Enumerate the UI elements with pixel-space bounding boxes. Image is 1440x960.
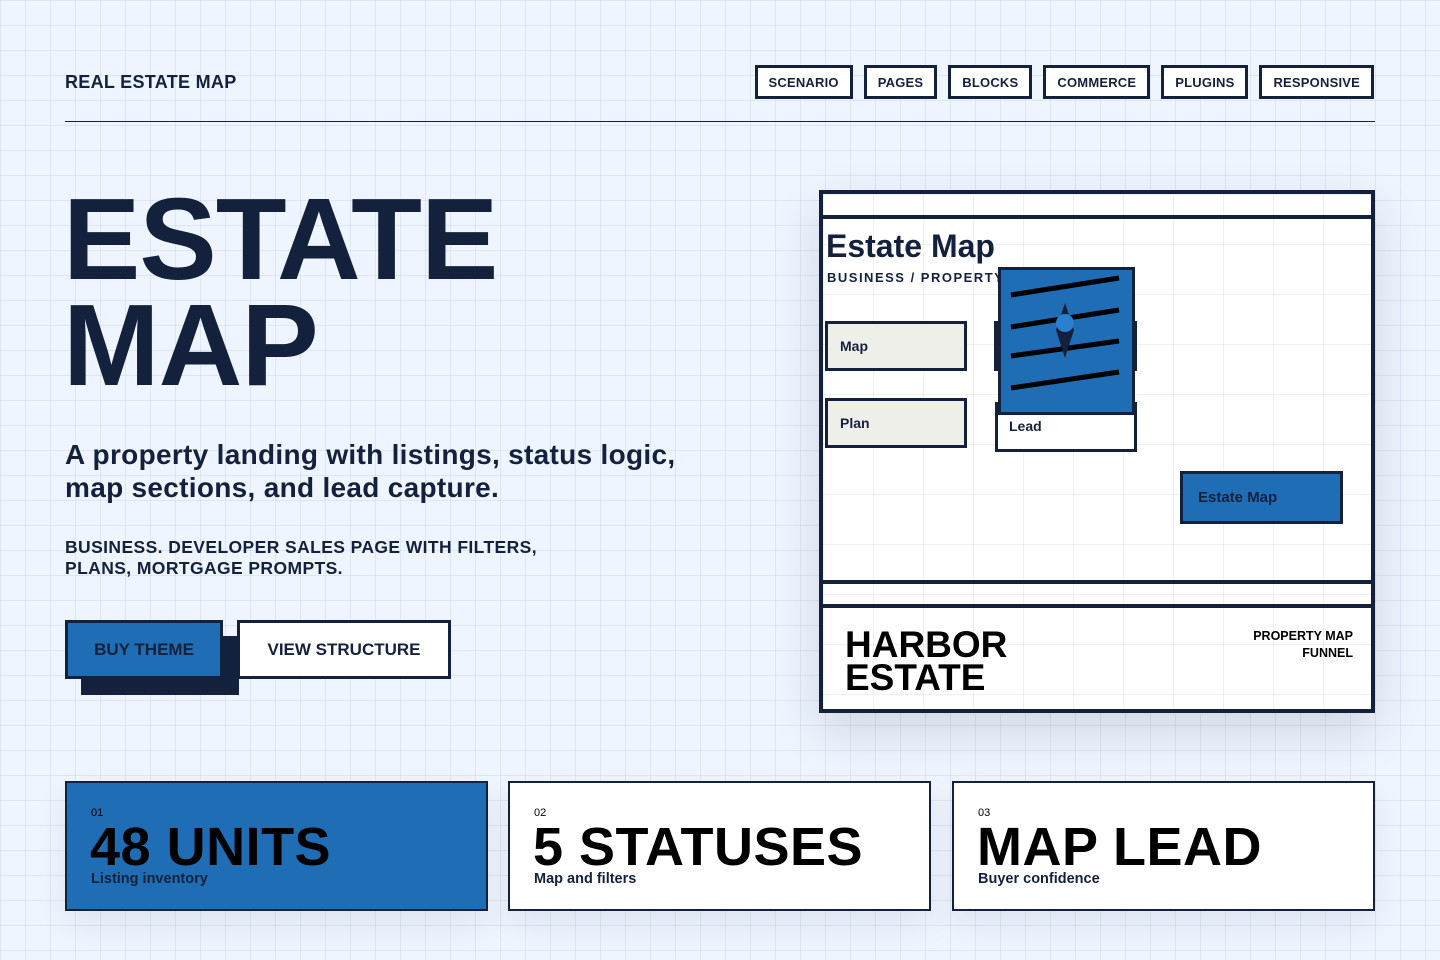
hero-title-line-2: MAP	[63, 280, 319, 410]
top-navigation: SCENARIO PAGES BLOCKS COMMERCE PLUGINS R…	[754, 65, 1374, 99]
nav-responsive-button[interactable]: RESPONSIVE	[1259, 65, 1374, 99]
image-stripe-1	[1010, 275, 1120, 298]
view-structure-button[interactable]: VIEW STRUCTURE	[237, 620, 451, 679]
preview-subtitle: BUSINESS / PROPERTY	[827, 270, 1005, 285]
preview-lower-divider-1	[823, 580, 1371, 584]
hero-tagline: BUSINESS. DEVELOPER SALES PAGE WITH FILT…	[65, 537, 538, 578]
preview-estate-map-button[interactable]: Estate Map	[1180, 471, 1343, 524]
header-divider	[65, 121, 1375, 122]
preview-lead-label: Lead	[1009, 418, 1042, 434]
nav-pages-button[interactable]: PAGES	[863, 65, 938, 99]
preview-footer-meta-line-1: PROPERTY MAP	[1253, 629, 1353, 643]
preview-footer-title-line-2: ESTATE	[845, 657, 986, 698]
stat-card-map-lead: 03 MAP LEAD Buyer confidence	[952, 781, 1375, 911]
nav-scenario-button[interactable]: SCENARIO	[754, 65, 853, 99]
preview-footer-meta: PROPERTY MAP FUNNEL	[1193, 628, 1353, 662]
nav-blocks-button[interactable]: BLOCKS	[948, 65, 1033, 99]
buy-theme-button-group: BUY THEME	[65, 620, 239, 695]
hero-title-line-1: ESTATE	[63, 174, 498, 304]
image-map-pin-dot	[1056, 314, 1074, 332]
stat-value: 5 STATUSES	[533, 817, 864, 877]
hero-title: ESTATE MAP	[63, 174, 498, 410]
preview-lower-divider-2	[823, 604, 1371, 608]
stat-label: Buyer confidence	[978, 871, 1100, 887]
buy-theme-button[interactable]: BUY THEME	[65, 620, 223, 679]
theme-preview-card: Estate Map BUSINESS / PROPERTY Map Plan …	[819, 190, 1375, 713]
nav-plugins-button[interactable]: PLUGINS	[1161, 65, 1249, 99]
stat-card-units: 01 48 UNITS Listing inventory	[65, 781, 488, 911]
preview-map-chip[interactable]: Map	[825, 321, 967, 371]
brand-logo-text[interactable]: REAL ESTATE MAP	[65, 72, 237, 93]
property-image-icon	[998, 267, 1135, 415]
hero-description: A property landing with listings, status…	[65, 439, 676, 503]
image-stripe-4	[1010, 369, 1120, 391]
preview-footer-title: HARBOR ESTATE	[845, 626, 1007, 698]
stat-value: MAP LEAD	[977, 817, 1263, 877]
preview-plan-chip[interactable]: Plan	[825, 398, 967, 448]
property-image-graphic	[1010, 275, 1120, 391]
nav-commerce-button[interactable]: COMMERCE	[1043, 65, 1151, 99]
stat-value: 48 UNITS	[90, 817, 332, 877]
preview-footer-meta-line-2: FUNNEL	[1302, 646, 1353, 660]
stat-label: Map and filters	[534, 871, 637, 887]
preview-top-divider	[823, 215, 1371, 219]
stat-label: Listing inventory	[91, 871, 208, 887]
preview-title: Estate Map	[826, 228, 995, 264]
stat-card-statuses: 02 5 STATUSES Map and filters	[508, 781, 931, 911]
